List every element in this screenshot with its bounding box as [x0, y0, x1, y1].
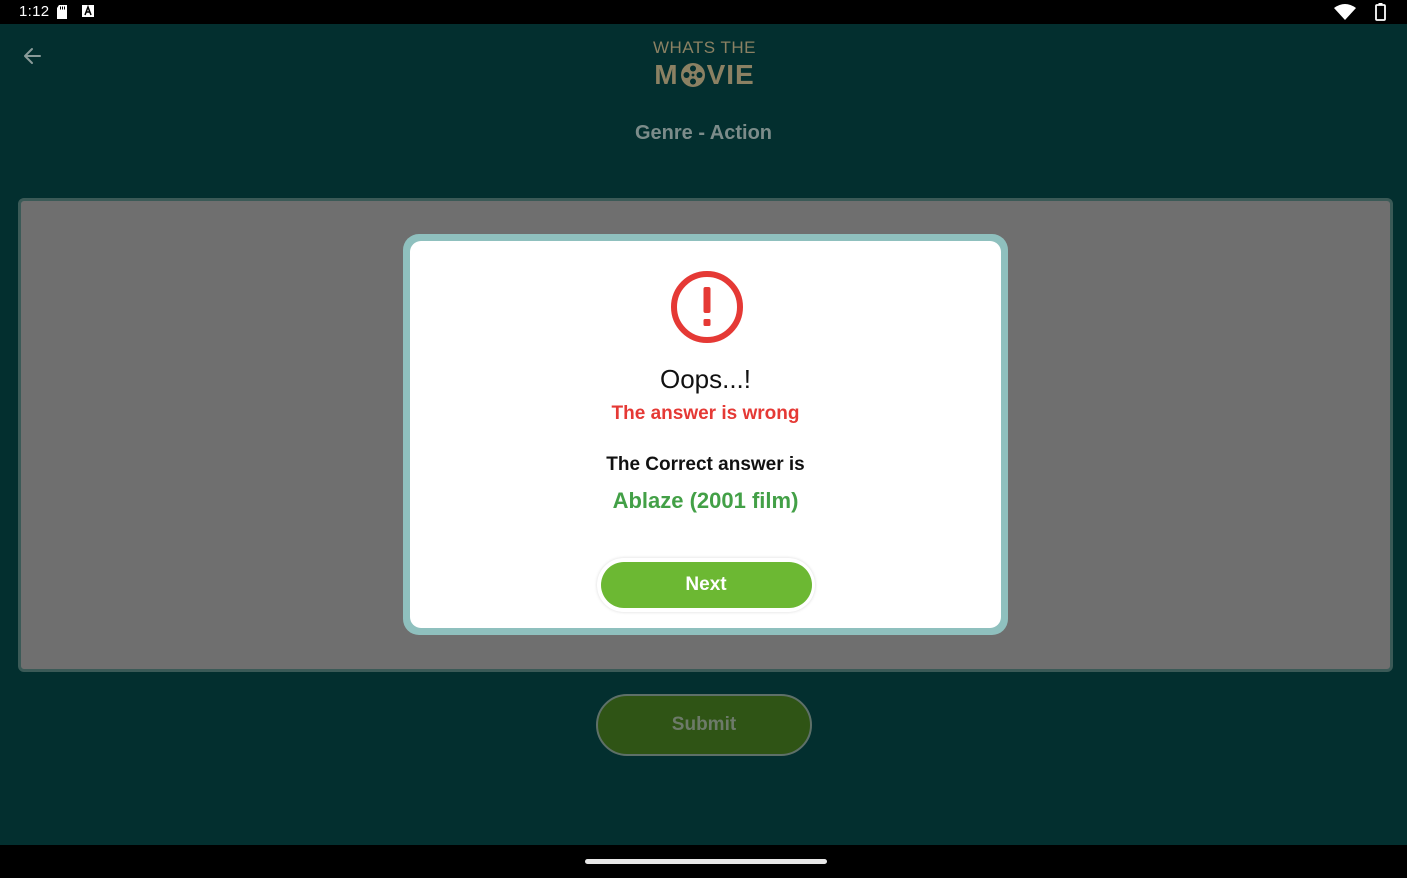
- navigation-bar: [0, 845, 1407, 878]
- battery-icon: [1375, 3, 1386, 21]
- status-time: 1:12: [19, 3, 50, 20]
- logo-letter-m: M: [654, 59, 679, 90]
- logo-bottom-text: M VIE: [603, 58, 806, 92]
- film-reel-icon: [680, 63, 705, 87]
- result-dialog-body: Oops...! The answer is wrong The Correct…: [410, 241, 1001, 628]
- genre-title: Genre - Action: [634, 122, 773, 144]
- home-indicator[interactable]: [585, 859, 827, 864]
- next-button[interactable]: Next: [600, 562, 812, 608]
- arrow-left-icon: [24, 48, 41, 64]
- back-button[interactable]: [18, 42, 46, 70]
- dialog-title: Oops...!: [659, 364, 752, 394]
- screen: 1:12 WHATS THE M VIE Genre - Action Subm…: [0, 0, 1407, 878]
- correct-answer-label: The Correct answer is: [606, 454, 805, 475]
- logo-letters-vie: VIE: [706, 59, 755, 90]
- wifi-icon: [1334, 4, 1356, 20]
- result-dialog: Oops...! The answer is wrong The Correct…: [403, 234, 1008, 635]
- logo-top-text: WHATS THE: [652, 38, 757, 57]
- dialog-subtitle: The answer is wrong: [611, 403, 800, 424]
- status-bar: 1:12: [0, 0, 1407, 24]
- next-button-container: Next: [597, 558, 815, 612]
- sd-card-icon: [57, 5, 67, 19]
- app-logo: WHATS THE M VIE: [603, 38, 806, 92]
- submit-button[interactable]: Submit: [596, 694, 812, 756]
- correct-answer-value: Ablaze (2001 film): [612, 488, 799, 513]
- exclamation-circle-icon: [671, 271, 743, 343]
- keyboard-a-icon: [82, 5, 94, 17]
